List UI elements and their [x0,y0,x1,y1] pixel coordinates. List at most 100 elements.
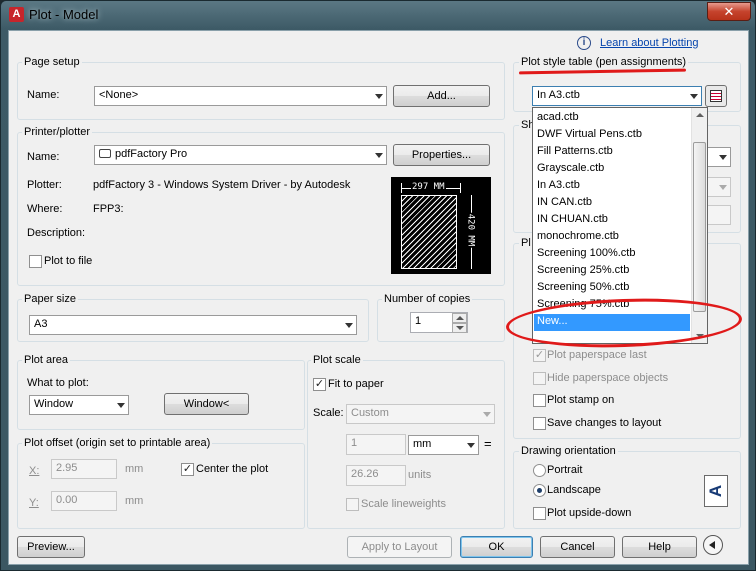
scroll-thumb[interactable] [693,142,706,312]
copies-value: 1 [415,315,422,327]
copies-spin-down[interactable] [452,323,467,333]
chevron-down-icon [467,443,475,448]
paper-sheet [401,195,457,269]
portrait-radio[interactable] [533,464,546,477]
where-value: FPP3: [93,203,124,215]
plot-style-option[interactable]: Grayscale.ctb [534,161,690,178]
learn-about-plotting-link[interactable]: Learn about Plotting [600,37,698,49]
plot-style-option[interactable]: acad.ctb [534,110,690,127]
scale-unit-select[interactable]: mm [408,435,479,455]
scale-value: Custom [351,407,389,419]
window-title: Plot - Model [29,7,99,22]
ok-button[interactable]: OK [460,536,533,558]
plot-style-option[interactable]: IN CHUAN.ctb [534,212,690,229]
scale-value1-input[interactable]: 1 [346,434,406,455]
landscape-radio[interactable] [533,484,546,497]
printer-properties-button[interactable]: Properties... [393,144,490,166]
title-bar[interactable] [1,1,756,29]
orientation-letter: A [706,484,725,498]
printer-plotter-title: Printer/plotter [22,126,93,138]
offset-y-input[interactable]: 0.00 [51,491,117,511]
center-plot-label: Center the plot [196,463,269,475]
where-label: Where: [27,203,63,215]
page-setup-name-value: <None> [99,89,139,101]
scale-value1: 1 [351,437,358,449]
dialog-client-area: i Learn about Plotting Page setup Name: … [8,30,749,565]
chevron-down-icon [345,323,353,328]
apply-to-layout-button[interactable]: Apply to Layout [347,536,452,558]
plot-options-partial-label: Pl [519,237,533,249]
offset-y-unit: mm [125,495,144,507]
scale-value2-input[interactable]: 26.26 [346,465,406,486]
copies-spin-up[interactable] [452,313,467,323]
plot-scale-title: Plot scale [311,354,363,366]
scale-units-label: units [408,469,432,481]
copies-label: Number of copies [382,293,473,305]
plot-style-option[interactable]: In A3.ctb [534,178,690,195]
close-button[interactable]: ✕ [707,2,751,21]
upside-down-checkbox[interactable] [533,507,546,520]
hide-paperspace-label: Hide paperspace objects [547,372,669,384]
plot-style-option[interactable]: Screening 100%.ctb [534,246,690,263]
offset-x-unit: mm [125,463,144,475]
page-setup-name-select[interactable]: <None> [94,86,387,106]
window-pick-button[interactable]: Window< [164,393,249,415]
scale-unit-value: mm [413,438,432,450]
scroll-up-icon[interactable] [696,113,704,117]
add-page-setup-button[interactable]: Add... [393,85,490,107]
save-changes-checkbox[interactable] [533,417,546,430]
plot-dialog-window: A Plot - Model ✕ i Learn about Plotting … [0,0,756,571]
cancel-button[interactable]: Cancel [540,536,615,558]
plot-paperspace-last-checkbox[interactable]: ✓ [533,349,546,362]
portrait-label: Portrait [547,464,583,476]
plot-style-option[interactable]: Fill Patterns.ctb [534,144,690,161]
preview-button[interactable]: Preview... [17,536,85,558]
spin-down-icon [456,326,464,330]
paper-height-text: 420 MM [465,212,476,248]
edit-plot-style-button[interactable] [705,85,727,107]
scale-lineweights-label: Scale lineweights [361,498,446,510]
printer-icon [99,149,111,158]
chevron-down-icon [719,185,727,190]
what-to-plot-value: Window [34,398,74,410]
orientation-preview-icon: A [704,475,728,507]
center-plot-checkbox[interactable]: ✓ [181,463,194,476]
paper-preview: 297 MM 420 MM [391,177,491,274]
plot-style-value: In A3.ctb [537,89,580,101]
offset-y-label: Y: [29,497,39,509]
plotter-value: pdfFactory 3 - Windows System Driver - b… [93,179,351,191]
plotter-label: Plotter: [27,179,62,191]
scale-lineweights-checkbox[interactable] [346,498,359,511]
equals-sign: = [484,436,492,451]
collapse-options-button[interactable] [703,535,723,555]
paper-size-select[interactable]: A3 [29,315,357,335]
page-setup-name-label: Name: [27,89,60,101]
upside-down-label: Plot upside-down [547,507,632,519]
help-button[interactable]: Help [622,536,697,558]
fit-to-paper-label: Fit to paper [328,378,384,390]
plot-style-option[interactable]: IN CAN.ctb [534,195,690,212]
scale-select[interactable]: Custom [346,404,495,424]
plot-offset-title: Plot offset (origin set to printable are… [22,437,213,449]
plot-to-file-checkbox[interactable] [29,255,42,268]
plot-style-option[interactable]: Screening 25%.ctb [534,263,690,280]
info-icon: i [577,36,591,50]
landscape-label: Landscape [547,484,601,496]
chevron-left-icon [709,541,715,549]
what-to-plot-label: What to plot: [27,377,89,389]
what-to-plot-select[interactable]: Window [29,395,129,415]
plot-style-option[interactable]: DWF Virtual Pens.ctb [534,127,690,144]
plot-to-file-label: Plot to file [44,255,93,267]
printer-name-select[interactable]: pdfFactory Pro [94,145,387,165]
plot-stamp-checkbox[interactable] [533,394,546,407]
edit-table-icon [710,90,722,102]
fit-to-paper-checkbox[interactable]: ✓ [313,378,326,391]
plot-style-option[interactable]: Screening 50%.ctb [534,280,690,297]
plot-style-option[interactable]: monochrome.ctb [534,229,690,246]
orientation-title: Drawing orientation [519,445,618,457]
plot-style-select[interactable]: In A3.ctb [532,86,702,106]
chevron-down-icon [690,94,698,99]
offset-x-input[interactable]: 2.95 [51,459,117,479]
page-setup-title: Page setup [22,56,82,68]
hide-paperspace-checkbox[interactable] [533,372,546,385]
